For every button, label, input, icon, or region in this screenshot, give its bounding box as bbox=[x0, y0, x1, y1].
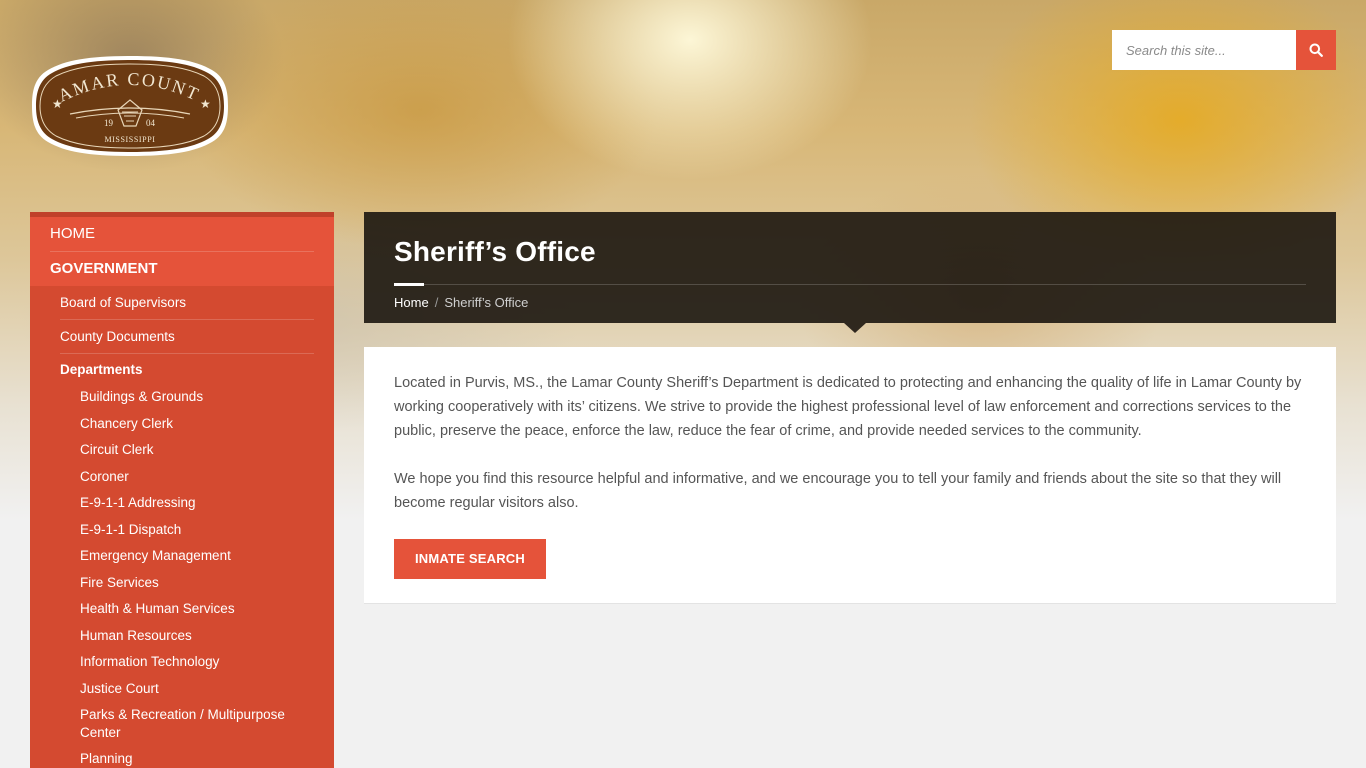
site-search bbox=[1112, 30, 1336, 70]
sidebar-item-chancery-clerk[interactable]: Chancery Clerk bbox=[80, 411, 314, 438]
svg-text:★: ★ bbox=[52, 97, 63, 111]
header-pointer bbox=[844, 323, 866, 333]
sidebar-item-health-human-services[interactable]: Health & Human Services bbox=[80, 596, 314, 623]
inmate-search-button[interactable]: INMATE SEARCH bbox=[394, 539, 546, 579]
sidebar-top-menu: HOME GOVERNMENT bbox=[30, 217, 334, 286]
search-input[interactable] bbox=[1112, 30, 1296, 70]
sidebar-item-information-technology[interactable]: Information Technology bbox=[80, 649, 314, 676]
intro-paragraph: Located in Purvis, MS., the Lamar County… bbox=[394, 375, 1302, 439]
page-title: Sheriff’s Office bbox=[394, 236, 596, 267]
logo-state-text: MISSISSIPPI bbox=[104, 135, 155, 144]
sidebar-item-county-documents[interactable]: County Documents bbox=[60, 320, 314, 354]
sidebar-item-coroner[interactable]: Coroner bbox=[80, 464, 314, 491]
sidebar-item-board-of-supervisors[interactable]: Board of Supervisors bbox=[60, 286, 314, 320]
county-seal-icon: LAMAR COUNTY ★ ★ 19 04 MISSISSIPPI bbox=[23, 38, 228, 156]
title-underline-accent bbox=[394, 283, 424, 286]
svg-text:★: ★ bbox=[200, 97, 211, 111]
sidebar-item-government[interactable]: GOVERNMENT bbox=[50, 252, 314, 286]
sidebar-item-parks-recreation[interactable]: Parks & Recreation / Multipurpose Center bbox=[80, 702, 314, 746]
sidebar-departments-list: Buildings & Grounds Chancery Clerk Circu… bbox=[30, 384, 334, 768]
sidebar-submenu: Board of Supervisors County Documents De… bbox=[30, 286, 334, 384]
logo-year-right: 04 bbox=[146, 118, 156, 128]
sidebar-item-emergency-management[interactable]: Emergency Management bbox=[80, 543, 314, 570]
breadcrumb-separator: / bbox=[434, 295, 439, 310]
page-header: Sheriff’s Office Home / Sheriff’s Office bbox=[364, 212, 1336, 333]
sidebar-item-e911-dispatch[interactable]: E-9-1-1 Dispatch bbox=[80, 517, 314, 544]
logo-year-left: 19 bbox=[104, 118, 114, 128]
search-icon bbox=[1309, 43, 1323, 57]
breadcrumb-current: Sheriff’s Office bbox=[444, 295, 529, 310]
sidebar-item-justice-court[interactable]: Justice Court bbox=[80, 676, 314, 703]
sidebar-item-fire-services[interactable]: Fire Services bbox=[80, 570, 314, 597]
sidebar-item-circuit-clerk[interactable]: Circuit Clerk bbox=[80, 437, 314, 464]
title-divider bbox=[424, 284, 1306, 285]
sidebar-item-planning[interactable]: Planning bbox=[80, 746, 314, 768]
resource-paragraph: We hope you find this resource helpful a… bbox=[394, 471, 1282, 511]
breadcrumb: Home / Sheriff’s Office bbox=[394, 295, 528, 310]
breadcrumb-home-link[interactable]: Home bbox=[394, 295, 429, 310]
search-button[interactable] bbox=[1296, 30, 1336, 70]
sidebar-item-human-resources[interactable]: Human Resources bbox=[80, 623, 314, 650]
sidebar-item-departments[interactable]: Departments bbox=[60, 354, 314, 384]
sidebar-item-e911-addressing[interactable]: E-9-1-1 Addressing bbox=[80, 490, 314, 517]
sidebar-item-buildings-grounds[interactable]: Buildings & Grounds bbox=[80, 384, 314, 411]
main-content: Located in Purvis, MS., the Lamar County… bbox=[364, 347, 1336, 604]
county-logo[interactable]: LAMAR COUNTY ★ ★ 19 04 MISSISSIPPI bbox=[23, 38, 230, 158]
sidebar-item-home[interactable]: HOME bbox=[50, 217, 314, 252]
sidebar-nav: HOME GOVERNMENT Board of Supervisors Cou… bbox=[30, 212, 334, 768]
